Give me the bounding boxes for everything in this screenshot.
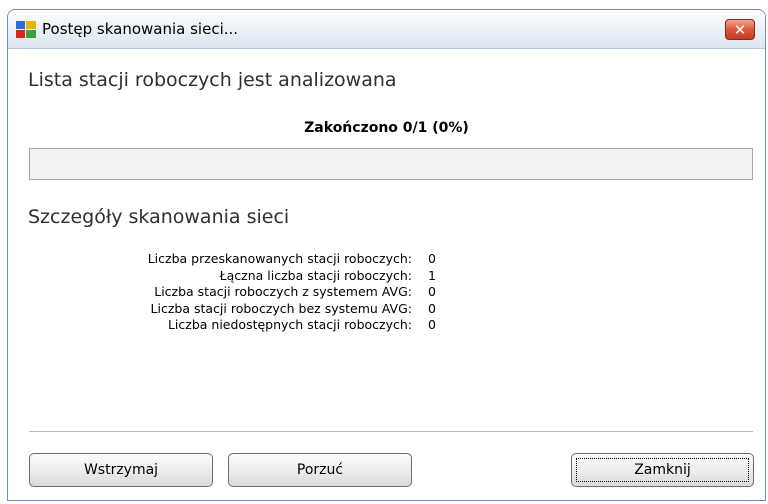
close-icon: ✕: [733, 20, 747, 39]
abort-button[interactable]: Porzuć: [228, 453, 412, 487]
footer-divider: [29, 431, 753, 432]
pause-button[interactable]: Wstrzymaj: [29, 453, 213, 487]
progress-status: Zakończono 0/1 (0%): [304, 120, 469, 136]
close-button-label: Zamknij: [634, 462, 691, 478]
stat-value: 0: [428, 317, 436, 333]
stat-label: Łączna liczba stacji roboczych:: [219, 267, 412, 283]
scan-progress-bar: [29, 148, 753, 180]
details-heading: Szczegóły skanowania sieci: [28, 206, 290, 228]
close-button[interactable]: Zamknij: [571, 453, 754, 487]
stat-value: 0: [428, 251, 436, 266]
stat-label: Liczba przeskanowanych stacji roboczych:: [147, 251, 412, 266]
dialog-body: Lista stacji roboczych jest analizowana …: [8, 49, 765, 500]
stat-label: Liczba stacji roboczych z systemem AVG:: [154, 284, 412, 300]
stat-value: 1: [428, 267, 436, 283]
avg-logo-icon: [16, 21, 36, 38]
scan-progress-window: Postęp skanowania sieci... ✕ Lista stacj…: [7, 9, 766, 501]
stat-label: Liczba niedostępnych stacji roboczych:: [167, 317, 412, 333]
stat-row-unavailable: Liczba niedostępnych stacji roboczych: 0: [28, 317, 488, 334]
scan-details-list: Liczba przeskanowanych stacji roboczych:…: [28, 251, 488, 334]
window-title: Postęp skanowania sieci...: [42, 20, 239, 38]
title-bar[interactable]: Postęp skanowania sieci... ✕: [8, 10, 765, 49]
stat-row-total: Łączna liczba stacji roboczych: 1: [28, 268, 488, 285]
stat-value: 0: [428, 300, 436, 316]
analysis-heading: Lista stacji roboczych jest analizowana: [28, 69, 397, 91]
stat-row-scanned: Liczba przeskanowanych stacji roboczych:…: [28, 251, 488, 268]
stat-row-without-avg: Liczba stacji roboczych bez systemu AVG:…: [28, 301, 488, 318]
close-window-button[interactable]: ✕: [725, 19, 755, 40]
stat-value: 0: [428, 284, 436, 300]
stat-row-with-avg: Liczba stacji roboczych z systemem AVG: …: [28, 284, 488, 301]
stat-label: Liczba stacji roboczych bez systemu AVG:: [150, 300, 412, 316]
